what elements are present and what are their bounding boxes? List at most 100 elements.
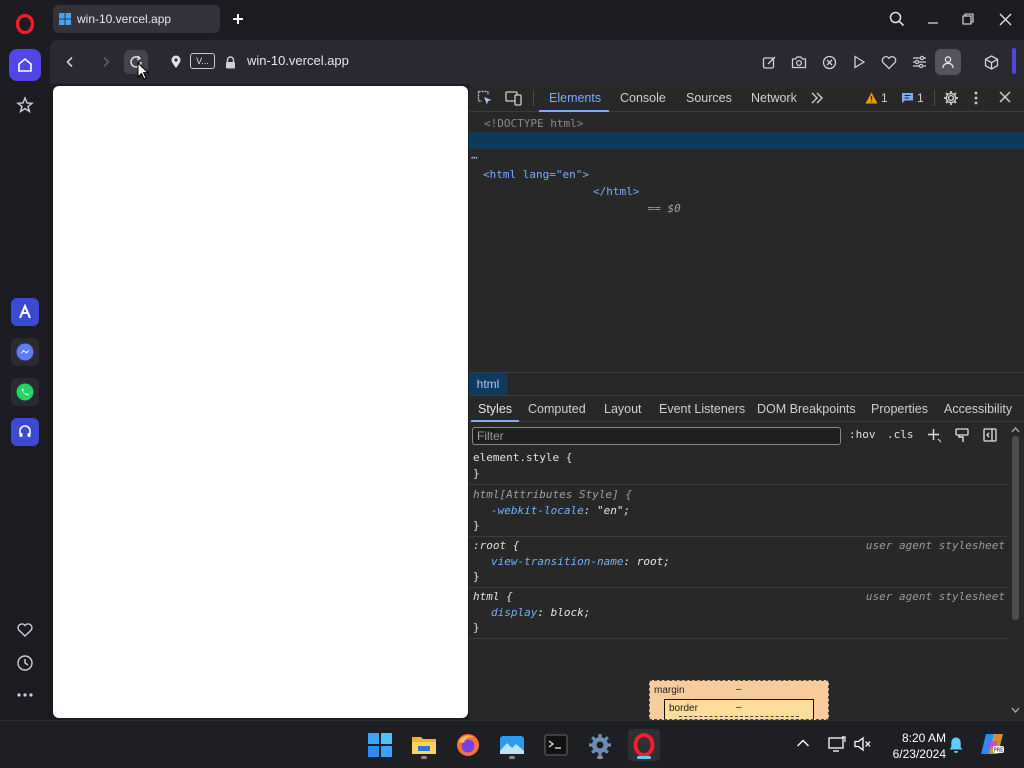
location-button[interactable] — [164, 50, 188, 74]
taskbar-terminal[interactable] — [540, 729, 572, 761]
show-hidden-icons-button[interactable] — [796, 738, 810, 748]
subtab-event-listeners[interactable]: Event Listeners — [659, 396, 745, 422]
notifications-button[interactable] — [948, 736, 964, 754]
property-name: display — [491, 605, 538, 619]
sidebar-toggle-indicator[interactable] — [1012, 48, 1016, 74]
ad-blocker-button[interactable] — [818, 51, 840, 73]
rule-attributes-style[interactable]: html[Attributes Style] { -webkit-locale:… — [469, 487, 1007, 537]
start-button[interactable] — [364, 729, 396, 761]
extensions-button[interactable] — [980, 51, 1002, 73]
rendering-emulation-button[interactable] — [955, 428, 969, 443]
margin-value[interactable]: – — [736, 684, 742, 695]
tab-network[interactable]: Network — [751, 84, 797, 112]
tab-search-button[interactable] — [885, 8, 909, 30]
html-open-tag: <html lang="en"> — [483, 168, 589, 181]
messages-count: 1 — [917, 91, 924, 105]
taskbar-settings[interactable] — [584, 729, 616, 761]
sidebar-home-button[interactable] — [9, 49, 41, 81]
toggle-computed-sidebar-button[interactable] — [983, 428, 997, 442]
devtools-menu-button[interactable] — [973, 90, 979, 106]
box-model-diagram[interactable]: margin – border – — [649, 680, 829, 720]
inspect-element-button[interactable] — [477, 90, 493, 106]
taskbar-firefox[interactable] — [452, 729, 484, 761]
tab-console[interactable]: Console — [620, 84, 666, 112]
vpn-badge[interactable]: V... — [190, 53, 215, 69]
sidebar-history-button[interactable] — [9, 647, 41, 679]
minimize-icon — [927, 13, 939, 25]
sidebar-pinboards-button[interactable] — [9, 89, 41, 121]
new-style-rule-button[interactable] — [927, 428, 942, 443]
sidebar-aria-button[interactable] — [11, 298, 39, 326]
restore-button[interactable] — [956, 8, 980, 30]
taskbar-photos[interactable] — [496, 729, 528, 761]
class-toggle[interactable]: .cls — [887, 428, 914, 441]
taskbar-opera[interactable] — [628, 729, 660, 761]
close-window-button[interactable] — [993, 8, 1017, 30]
bell-icon — [948, 736, 964, 754]
device-toolbar-button[interactable] — [505, 90, 522, 106]
taskbar-clock[interactable]: 8:20 AM 6/23/2024 — [880, 730, 946, 762]
easy-setup-button[interactable] — [908, 51, 930, 73]
volume-button[interactable] — [854, 736, 872, 752]
photos-icon — [499, 734, 525, 756]
bookmark-button[interactable] — [878, 51, 900, 73]
rule-root[interactable]: :root { user agent stylesheet view-trans… — [469, 538, 1007, 588]
subtab-layout[interactable]: Layout — [604, 396, 642, 422]
site-info-button[interactable] — [218, 50, 242, 74]
copilot-button[interactable]: PRE — [980, 733, 1004, 755]
border-value[interactable]: – — [736, 702, 742, 713]
minimize-button[interactable] — [921, 8, 945, 30]
subtab-accessibility[interactable]: Accessibility — [944, 396, 1012, 422]
subtab-properties[interactable]: Properties — [871, 396, 928, 422]
tab-elements[interactable]: Elements — [549, 84, 601, 112]
sidebar-player-button[interactable] — [11, 418, 39, 446]
rule-element-style[interactable]: element.style { } — [469, 450, 1007, 485]
dom-node-html[interactable]: ⋯ <html lang="en"> </html> == $0 — [469, 132, 1024, 215]
rule-html[interactable]: html { user agent stylesheet display: bl… — [469, 589, 1007, 639]
sidebar-favorites-button[interactable] — [9, 614, 41, 646]
network-status-button[interactable] — [828, 736, 846, 752]
subtab-styles[interactable]: Styles — [478, 396, 512, 422]
clock-date: 6/23/2024 — [892, 747, 946, 761]
subtab-dom-breakpoints[interactable]: DOM Breakpoints — [757, 396, 856, 422]
browser-tab[interactable]: win-10.vercel.app — [53, 5, 220, 33]
new-tab-button[interactable] — [227, 9, 249, 29]
warnings-counter[interactable]: 1 — [865, 91, 888, 105]
devtools-settings-button[interactable] — [943, 90, 959, 106]
rule-declaration[interactable]: display: block; — [469, 605, 1007, 621]
node-actions-icon[interactable]: ⋯ — [471, 149, 478, 166]
tab-sources[interactable]: Sources — [686, 84, 732, 112]
running-indicator — [421, 756, 427, 759]
sidebar-messenger-button[interactable] — [11, 338, 39, 366]
sidebar-more-button[interactable] — [9, 679, 41, 711]
windows-taskbar: 8:20 AM 6/23/2024 PRE — [0, 720, 1024, 768]
music-player-icon — [17, 424, 33, 440]
rule-selector: element.style { — [473, 451, 573, 464]
styles-scrollbar[interactable] — [1009, 424, 1022, 718]
border-box[interactable]: border – — [664, 699, 814, 719]
profile-button[interactable] — [935, 49, 961, 75]
messages-counter[interactable]: 1 — [901, 91, 924, 105]
dom-node-doctype[interactable]: <!DOCTYPE html> — [469, 115, 1024, 132]
rule-declaration[interactable]: -webkit-locale: "en"; — [469, 503, 1007, 519]
subtab-computed[interactable]: Computed — [528, 396, 586, 422]
network-monitor-icon — [828, 736, 846, 752]
sidebar-whatsapp-button[interactable] — [11, 378, 39, 406]
rule-declaration[interactable]: view-transition-name: root; — [469, 554, 1007, 570]
back-button[interactable] — [58, 50, 82, 74]
property-name: -webkit-locale — [491, 503, 584, 517]
url-field[interactable]: win-10.vercel.app — [247, 53, 349, 68]
player-button[interactable] — [848, 51, 870, 73]
breadcrumb-html[interactable]: html — [469, 373, 507, 395]
page-viewport[interactable] — [53, 86, 468, 718]
styles-filter-input[interactable]: Filter — [472, 427, 841, 445]
snapshot-button[interactable] — [788, 51, 810, 73]
forward-button[interactable] — [94, 50, 118, 74]
taskbar-file-explorer[interactable] — [408, 729, 440, 761]
edit-page-button[interactable] — [758, 51, 780, 73]
running-indicator — [509, 756, 515, 759]
close-devtools-button[interactable] — [999, 91, 1011, 103]
more-tabs-button[interactable] — [810, 91, 824, 105]
opera-menu-button[interactable] — [9, 8, 41, 40]
hover-state-toggle[interactable]: :hov — [849, 428, 876, 441]
